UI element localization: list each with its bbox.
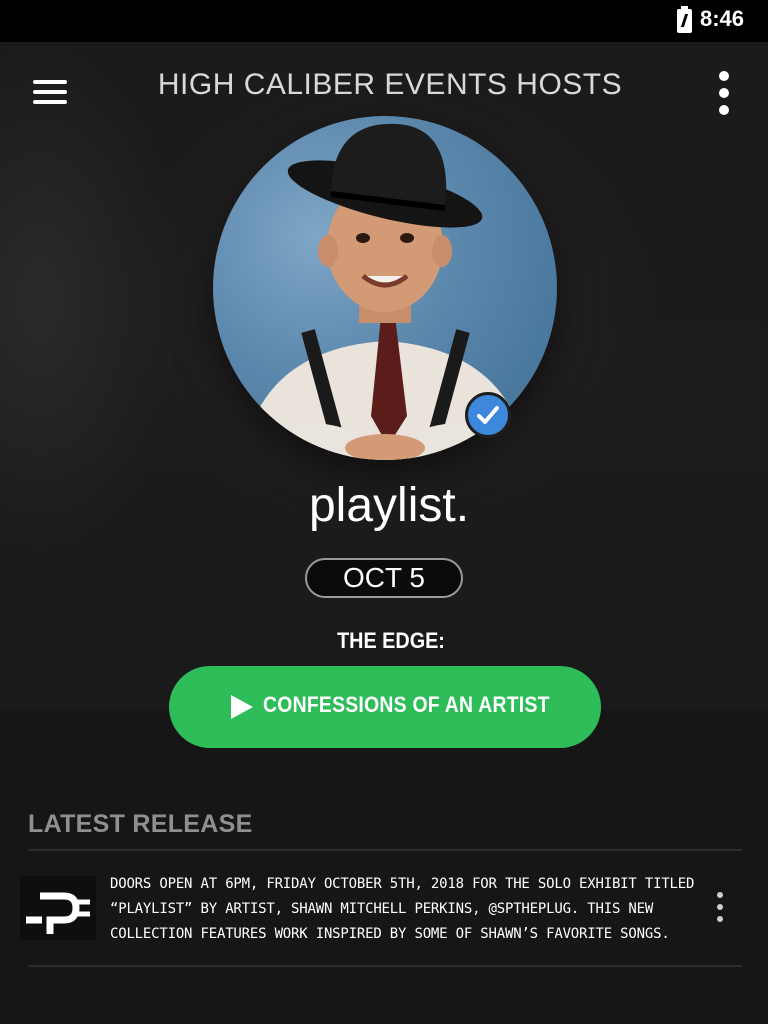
release-logo-icon bbox=[20, 876, 96, 940]
section-title: LATEST RELEASE bbox=[28, 810, 253, 838]
release-description: Doors open at 6PM, friday october 5th, 2… bbox=[110, 876, 695, 942]
verified-check-icon bbox=[465, 392, 511, 438]
more-vertical-icon[interactable] bbox=[716, 71, 732, 117]
event-date-badge: OCT 5 bbox=[305, 558, 463, 598]
status-bar: 8:46 bbox=[0, 0, 768, 42]
hamburger-menu-icon[interactable] bbox=[33, 80, 67, 106]
play-button-label: CONFESSIONS OF AN ARTIST bbox=[263, 692, 550, 717]
venue-label: THE EDGE: bbox=[337, 628, 445, 653]
play-confessions-button[interactable]: CONFESSIONS OF AN ARTIST bbox=[169, 666, 601, 748]
more-vertical-icon[interactable] bbox=[714, 892, 726, 924]
divider bbox=[28, 849, 742, 851]
play-icon bbox=[231, 695, 253, 719]
status-time: 8:46 bbox=[700, 6, 745, 31]
page-title: HIGH CALIBER EVENTS HOSTS bbox=[157, 68, 623, 101]
latest-release-item[interactable]: Doors open at 6PM, friday october 5th, 2… bbox=[20, 852, 742, 964]
divider bbox=[28, 965, 742, 967]
battery-charging-icon bbox=[677, 6, 692, 33]
profile-name: playlist. bbox=[308, 479, 470, 532]
